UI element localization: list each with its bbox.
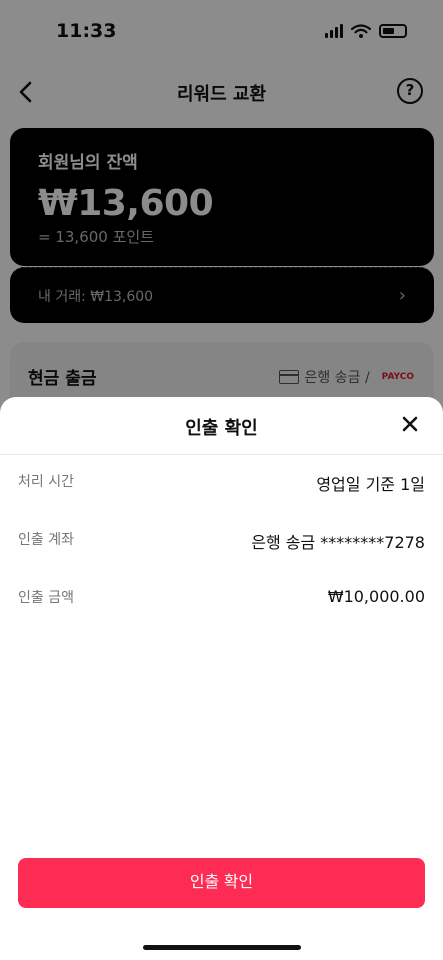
- row-value: 영업일 기준 1일: [316, 475, 425, 494]
- confirm-withdraw-button[interactable]: 인출 확인: [18, 858, 425, 908]
- processing-time-row: 처리 시간 영업일 기준 1일: [18, 471, 425, 495]
- sheet-title: 인출 확인: [185, 418, 258, 439]
- row-value: ₩10,000.00: [327, 587, 425, 606]
- sheet-header: 인출 확인: [0, 397, 443, 455]
- withdraw-amount-row: 인출 금액 ₩10,000.00: [18, 587, 425, 607]
- close-icon[interactable]: [399, 413, 421, 435]
- row-label: 인출 금액: [18, 590, 74, 606]
- row-label: 처리 시간: [18, 474, 74, 490]
- withdraw-confirm-sheet: 인출 확인 처리 시간 영업일 기준 1일 인출 계좌 은행 송금 ******…: [0, 397, 443, 960]
- withdraw-account-row: 인출 계좌 은행 송금 ********7278: [18, 529, 425, 553]
- home-indicator: [143, 945, 301, 950]
- row-value: 은행 송금 ********7278: [251, 533, 425, 552]
- row-label: 인출 계좌: [18, 532, 74, 548]
